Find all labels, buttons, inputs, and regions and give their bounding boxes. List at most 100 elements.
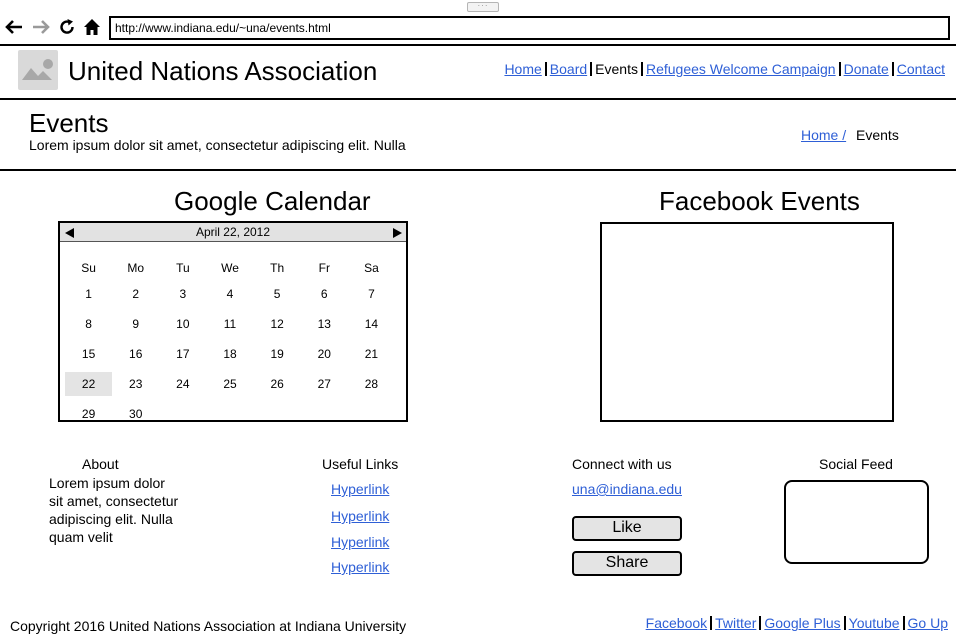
refresh-icon[interactable]: [56, 16, 78, 38]
calendar-day[interactable]: 16: [112, 342, 159, 366]
nav-separator: [590, 62, 593, 76]
calendar-day[interactable]: 7: [348, 282, 395, 306]
calendar-day[interactable]: 14: [348, 312, 395, 336]
nav-contact[interactable]: Contact: [897, 60, 945, 78]
footer-separator: [902, 616, 905, 630]
address-bar[interactable]: http://www.indiana.edu/~una/events.html: [109, 16, 950, 40]
calendar-day[interactable]: 19: [254, 342, 301, 366]
calendar-day[interactable]: 15: [65, 342, 112, 366]
calendar-week-row: 29 30: [68, 399, 398, 429]
nav-separator: [640, 62, 643, 76]
useful-link-2[interactable]: Hyperlink: [331, 508, 389, 524]
share-button[interactable]: Share: [572, 551, 682, 576]
calendar-day[interactable]: 24: [159, 372, 206, 396]
calendar-day[interactable]: 6: [301, 282, 348, 306]
calendar-weekday: Th: [270, 261, 285, 275]
page-title: Events: [29, 108, 109, 138]
useful-link-4[interactable]: Hyperlink: [331, 559, 389, 575]
useful-link-3[interactable]: Hyperlink: [331, 534, 389, 550]
calendar-day[interactable]: 21: [348, 342, 395, 366]
calendar-day[interactable]: 3: [159, 282, 206, 306]
connect-heading: Connect with us: [572, 456, 672, 472]
footer-separator: [710, 616, 713, 630]
footer-link-twitter[interactable]: Twitter: [715, 615, 756, 631]
calendar-weekday: Mo: [127, 261, 145, 275]
calendar-week-row: 15 16 17 18 19 20 21: [68, 339, 398, 369]
prev-month-icon[interactable]: [64, 226, 76, 238]
calendar-day[interactable]: 12: [254, 312, 301, 336]
calendar-day[interactable]: 9: [112, 312, 159, 336]
calendar-empty-cell: [348, 402, 395, 426]
useful-links-heading: Useful Links: [322, 456, 399, 472]
calendar-day[interactable]: 26: [254, 372, 301, 396]
about-heading: About: [82, 456, 119, 472]
breadcrumb: Home / Events: [801, 127, 899, 143]
calendar-empty-cell: [254, 402, 301, 426]
calendar-weekday: Su: [81, 261, 96, 275]
window-grip[interactable]: ···: [467, 2, 499, 12]
calendar-weekday: Fr: [318, 261, 330, 275]
calendar-day[interactable]: 25: [206, 372, 253, 396]
calendar-day[interactable]: 11: [206, 312, 253, 336]
calendar-day[interactable]: 5: [254, 282, 301, 306]
footer-link-google-plus[interactable]: Google Plus: [764, 615, 840, 631]
calendar-day[interactable]: 18: [206, 342, 253, 366]
nav-refugees-campaign[interactable]: Refugees Welcome Campaign: [646, 60, 836, 78]
calendar-day[interactable]: 2: [112, 282, 159, 306]
calendar-day[interactable]: 20: [301, 342, 348, 366]
nav-home[interactable]: Home: [504, 60, 541, 78]
calendar-day-selected[interactable]: 22: [65, 372, 113, 396]
footer-separator: [843, 616, 846, 630]
next-month-icon[interactable]: [391, 226, 403, 238]
calendar-day[interactable]: 29: [65, 402, 112, 426]
calendar-weekday-row: Su Mo Tu We Th Fr Sa: [68, 259, 398, 277]
calendar-empty-cell: [301, 402, 348, 426]
calendar-day[interactable]: 23: [112, 372, 159, 396]
calendar-day[interactable]: 1: [65, 282, 112, 306]
breadcrumb-home[interactable]: Home /: [801, 127, 846, 143]
footer-link-facebook[interactable]: Facebook: [646, 615, 707, 631]
calendar-week-row: 1234567: [68, 279, 398, 309]
nav-board[interactable]: Board: [550, 60, 587, 78]
logo-image-icon: [18, 50, 58, 90]
footer-separator: [759, 616, 762, 630]
calendar-day[interactable]: 8: [65, 312, 112, 336]
footer-link-youtube[interactable]: Youtube: [849, 615, 900, 631]
breadcrumb-current: Events: [856, 127, 899, 143]
calendar-day[interactable]: 30: [112, 402, 159, 426]
calendar-empty-cell: [206, 402, 253, 426]
like-button[interactable]: Like: [572, 516, 682, 541]
title-divider: [0, 169, 956, 171]
about-text: Lorem ipsum dolor sit amet, consectetur …: [49, 475, 179, 545]
forward-icon[interactable]: [30, 16, 52, 38]
calendar-day[interactable]: 27: [301, 372, 348, 396]
calendar-widget: April 22, 2012 Su Mo Tu We Th Fr Sa 1 2 3 4 5 6 7 8 9 10…: [58, 221, 408, 422]
calendar-week-row: 22 23 24 25 26 27 28: [65, 369, 398, 399]
calendar-header: April 22, 2012: [60, 223, 406, 242]
calendar-day[interactable]: 4: [206, 282, 253, 306]
calendar-empty-cell: [159, 402, 206, 426]
facebook-events-panel: [600, 222, 894, 422]
nav-events-current: Events: [595, 61, 638, 77]
calendar-day[interactable]: 17: [159, 342, 206, 366]
email-link[interactable]: una@indiana.edu: [572, 481, 682, 497]
nav-donate[interactable]: Donate: [844, 60, 889, 78]
facebook-heading: Facebook Events: [659, 186, 860, 216]
calendar-day[interactable]: 10: [159, 312, 206, 336]
calendar-week-row: 8 9 10 11 12 13 14: [68, 309, 398, 339]
calendar-weekday: Sa: [364, 261, 379, 275]
home-icon[interactable]: [81, 16, 103, 38]
footer-nav: Facebook Twitter Google Plus Youtube Go …: [646, 615, 948, 631]
calendar-day[interactable]: 28: [348, 372, 395, 396]
header-divider: [0, 98, 956, 100]
useful-link-1[interactable]: Hyperlink: [331, 481, 389, 497]
calendar-day[interactable]: 13: [301, 312, 348, 336]
footer-link-go-up[interactable]: Go Up: [908, 615, 948, 631]
main-nav: Home Board Events Refugees Welcome Campa…: [504, 60, 945, 78]
social-feed-panel: [784, 480, 929, 564]
back-icon[interactable]: [3, 16, 25, 38]
calendar-weekday: We: [221, 261, 239, 275]
copyright-text: Copyright 2016 United Nations Associatio…: [10, 618, 407, 634]
calendar-grid: Su Mo Tu We Th Fr Sa 1 2 3 4 5 6 7 8 9 10 11 12 13 14 15 16 17 1…: [65, 259, 398, 429]
nav-separator: [544, 62, 547, 76]
